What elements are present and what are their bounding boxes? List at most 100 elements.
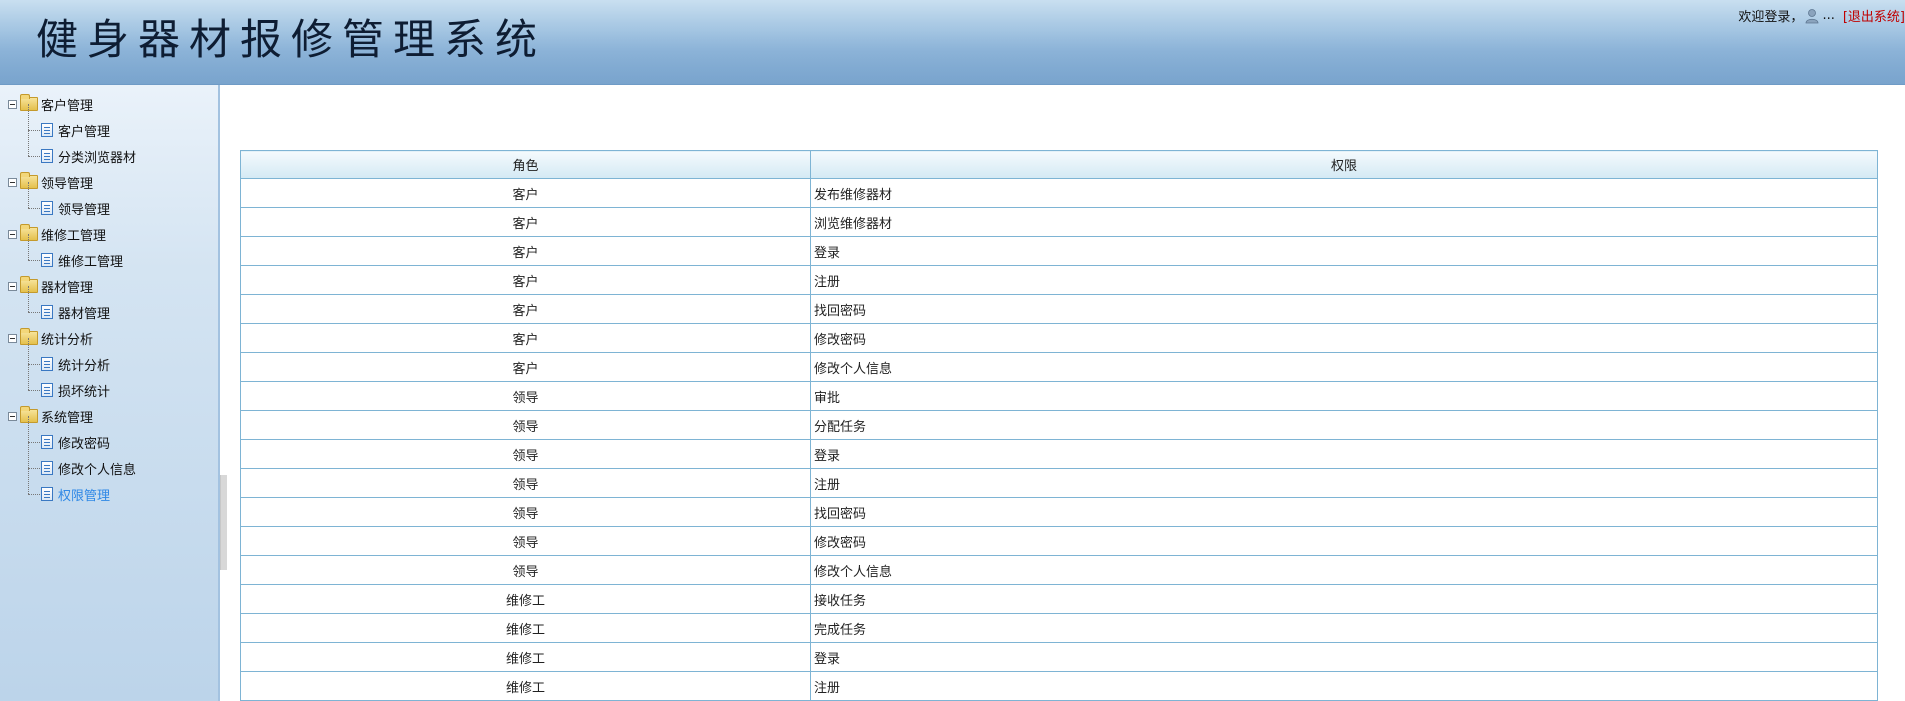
- table-row: 客户 修改密码: [240, 323, 1878, 353]
- role-cell: 客户: [240, 236, 811, 266]
- table-row: 领导 登录: [240, 439, 1878, 469]
- sidebar-group-label: 维修工管理: [41, 228, 107, 244]
- table-row: 客户 发布维修器材: [240, 178, 1878, 208]
- sidebar-group-label: 客户管理: [41, 98, 94, 114]
- sidebar-item[interactable]: 器材管理: [8, 286, 136, 325]
- table-row: 领导 分配任务: [240, 410, 1878, 440]
- table-row: 客户 注册: [240, 265, 1878, 295]
- tree-line: [28, 468, 29, 494]
- table-header-row: 角色 权限: [240, 150, 1878, 179]
- collapse-icon[interactable]: [8, 281, 17, 291]
- page-icon: [41, 383, 53, 397]
- sidebar-item[interactable]: 分类浏览器材: [8, 130, 137, 169]
- main-content: 角色 权限 客户 发布维修器材 客户 浏览维修器材 客户 登录 客户 注册 客户 找回密码 客户 修改…: [228, 85, 1905, 701]
- sidebar-item-label: 损坏统计: [58, 384, 111, 400]
- sidebar-group-label: 系统管理: [41, 410, 94, 426]
- collapse-icon[interactable]: [8, 177, 17, 187]
- tree-line: [28, 364, 29, 390]
- sidebar-item[interactable]: 损坏统计: [8, 364, 136, 403]
- permission-cell: 修改个人信息: [810, 555, 1878, 585]
- user-area: 欢迎登录， ... [退出系统]: [1738, 6, 1905, 25]
- permission-cell: 修改密码: [810, 526, 1878, 556]
- role-cell: 领导: [240, 555, 811, 585]
- sidebar-item-label: 统计分析: [58, 358, 111, 374]
- collapse-icon[interactable]: [8, 229, 17, 239]
- table-row: 维修工 登录: [240, 642, 1878, 672]
- tree-line: [28, 416, 29, 442]
- page-icon: [41, 123, 53, 137]
- page-icon: [41, 435, 53, 449]
- folder-icon: [20, 276, 38, 293]
- sidebar-item[interactable]: 维修工管理: [8, 234, 136, 273]
- sidebar: 客户管理 客户管理 分类浏览器材 领导管理 领导管理 维修工管理 维修工管理 器材管理 器材管理…: [0, 85, 220, 701]
- collapse-icon[interactable]: [8, 333, 17, 343]
- tree-line: [28, 182, 29, 208]
- table-row: 客户 浏览维修器材: [240, 207, 1878, 237]
- permission-cell: 登录: [810, 439, 1878, 469]
- folder-icon: [20, 406, 38, 423]
- role-cell: 维修工: [240, 584, 811, 614]
- sidebar-group-label: 领导管理: [41, 176, 94, 192]
- sidebar-group-label: 统计分析: [41, 332, 94, 348]
- permission-cell: 找回密码: [810, 497, 1878, 527]
- permission-cell: 找回密码: [810, 294, 1878, 324]
- page-icon: [41, 357, 53, 371]
- user-icon: [1805, 8, 1819, 24]
- sidebar-group-label: 器材管理: [41, 280, 94, 296]
- permission-cell: 完成任务: [810, 613, 1878, 643]
- app-title: 健身器材报修管理系统: [36, 15, 547, 64]
- permission-table: 角色 权限 客户 发布维修器材 客户 浏览维修器材 客户 登录 客户 注册 客户 找回密码 客户 修改…: [240, 150, 1878, 701]
- header: 健身器材报修管理系统 欢迎登录， ... [退出系统]: [0, 0, 1905, 85]
- permission-cell: 发布维修器材: [810, 178, 1878, 208]
- page-icon: [41, 487, 53, 501]
- permission-cell: 浏览维修器材: [810, 207, 1878, 237]
- role-cell: 领导: [240, 468, 811, 498]
- role-cell: 领导: [240, 410, 811, 440]
- sidebar-item[interactable]: 权限管理: [8, 468, 136, 507]
- header-permission: 权限: [810, 150, 1878, 179]
- role-cell: 领导: [240, 439, 811, 469]
- role-cell: 维修工: [240, 671, 811, 701]
- sidebar-splitter[interactable]: [220, 475, 227, 570]
- permission-cell: 注册: [810, 265, 1878, 295]
- tree-line: [28, 234, 29, 260]
- folder-icon: [20, 224, 38, 241]
- table-row: 领导 修改个人信息: [240, 555, 1878, 585]
- role-cell: 客户: [240, 178, 811, 208]
- sidebar-item-label: 修改密码: [58, 436, 111, 452]
- permission-cell: 审批: [810, 381, 1878, 411]
- table-row: 领导 修改密码: [240, 526, 1878, 556]
- sidebar-item-label: 分类浏览器材: [58, 150, 137, 166]
- table-row: 领导 注册: [240, 468, 1878, 498]
- sidebar-item-label: 领导管理: [58, 202, 111, 218]
- table-row: 客户 登录: [240, 236, 1878, 266]
- tree-line: [28, 104, 29, 130]
- page-icon: [41, 305, 53, 319]
- header-role: 角色: [240, 150, 811, 179]
- tree-line: [28, 442, 29, 468]
- role-cell: 客户: [240, 323, 811, 353]
- table-row: 领导 找回密码: [240, 497, 1878, 527]
- sidebar-item-label: 客户管理: [58, 124, 111, 140]
- permission-cell: 登录: [810, 642, 1878, 672]
- sidebar-item[interactable]: 领导管理: [8, 182, 136, 221]
- welcome-text: 欢迎登录，: [1738, 10, 1804, 25]
- tree-line: [28, 130, 29, 156]
- page-icon: [41, 201, 53, 215]
- logout-link[interactable]: [退出系统]: [1843, 6, 1905, 25]
- nav-tree: 客户管理 客户管理 分类浏览器材 领导管理 领导管理 维修工管理 维修工管理 器材管理 器材管理…: [8, 91, 136, 507]
- page-icon: [41, 253, 53, 267]
- role-cell: 领导: [240, 526, 811, 556]
- collapse-icon[interactable]: [8, 99, 17, 109]
- collapse-icon[interactable]: [8, 411, 17, 421]
- permission-cell: 登录: [810, 236, 1878, 266]
- role-cell: 领导: [240, 497, 811, 527]
- permission-cell: 注册: [810, 468, 1878, 498]
- permission-cell: 注册: [810, 671, 1878, 701]
- role-cell: 客户: [240, 352, 811, 382]
- table-row: 领导 审批: [240, 381, 1878, 411]
- folder-icon: [20, 328, 38, 345]
- tree-line: [28, 286, 29, 312]
- sidebar-item-label: 权限管理: [58, 488, 111, 504]
- role-cell: 领导: [240, 381, 811, 411]
